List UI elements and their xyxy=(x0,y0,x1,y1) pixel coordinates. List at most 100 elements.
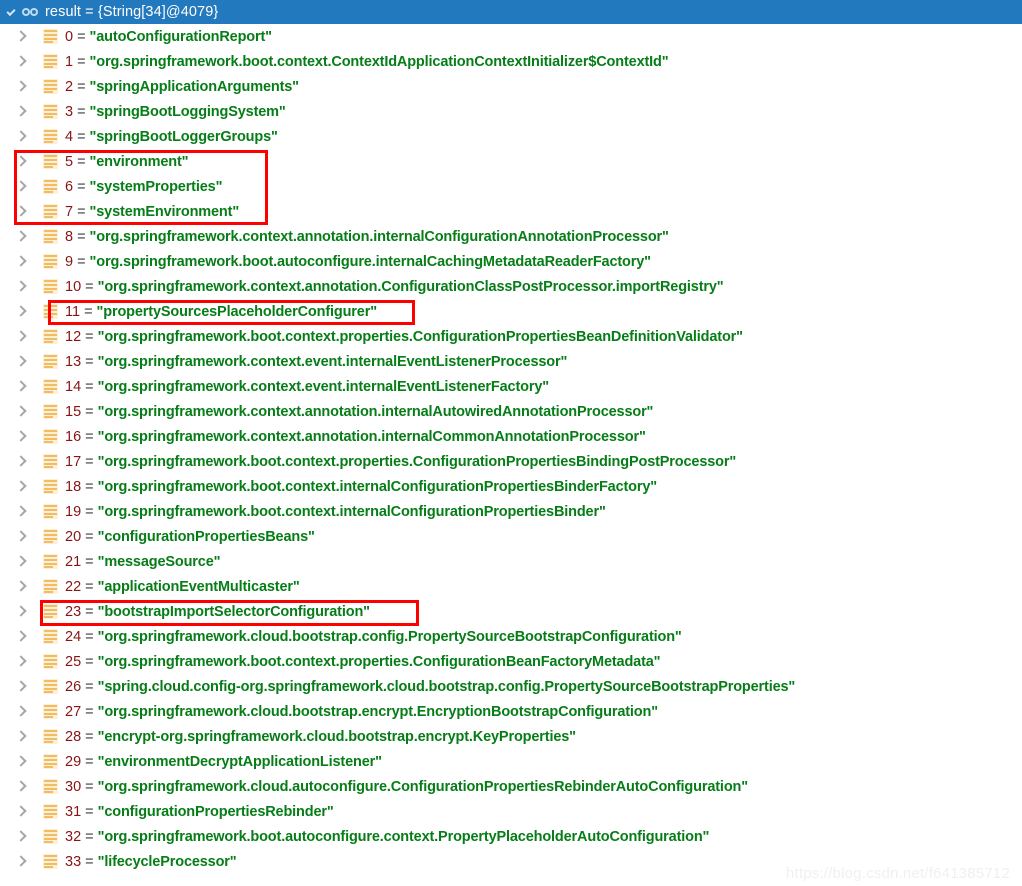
chevron-right-icon[interactable] xyxy=(16,581,28,593)
chevron-right-icon[interactable] xyxy=(16,131,28,143)
string-value-label: "systemEnvironment" xyxy=(89,203,240,220)
tree-row[interactable]: 32 = "org.springframework.boot.autoconfigu… xyxy=(0,824,1022,849)
array-index-label: 30 xyxy=(65,778,82,795)
equals-sign: = xyxy=(77,128,86,145)
string-value-icon xyxy=(43,29,58,44)
chevron-right-icon[interactable] xyxy=(16,606,28,618)
debugger-root-node[interactable]: result = {String[34]@4079} xyxy=(0,0,1022,24)
chevron-right-icon[interactable] xyxy=(16,31,28,43)
chevron-right-icon[interactable] xyxy=(16,556,28,568)
tree-row[interactable]: 12 = "org.springframework.boot.context.pro… xyxy=(0,324,1022,349)
tree-row[interactable]: 6 = "systemProperties" xyxy=(0,174,1022,199)
chevron-right-icon[interactable] xyxy=(16,206,28,218)
tree-row[interactable]: 11 = "propertySourcesPlaceholderConfigurer… xyxy=(0,299,1022,324)
string-value-icon xyxy=(43,429,58,444)
tree-row[interactable]: 26 = "spring.cloud.config-org.springframew… xyxy=(0,674,1022,699)
string-value-icon xyxy=(43,704,58,719)
array-index-label: 13 xyxy=(65,353,82,370)
equals-sign: = xyxy=(84,303,93,320)
tree-row[interactable]: 4 = "springBootLoggerGroups" xyxy=(0,124,1022,149)
chevron-right-icon[interactable] xyxy=(16,781,28,793)
chevron-right-icon[interactable] xyxy=(16,331,28,343)
tree-row[interactable]: 19 = "org.springframework.boot.context.int… xyxy=(0,499,1022,524)
tree-row[interactable]: 20 = "configurationPropertiesBeans" xyxy=(0,524,1022,549)
chevron-right-icon[interactable] xyxy=(16,481,28,493)
chevron-right-icon[interactable] xyxy=(16,181,28,193)
chevron-right-icon[interactable] xyxy=(16,856,28,868)
chevron-right-icon[interactable] xyxy=(16,831,28,843)
string-value-label: "lifecycleProcessor" xyxy=(97,853,237,870)
chevron-right-icon[interactable] xyxy=(16,106,28,118)
tree-row[interactable]: 2 = "springApplicationArguments" xyxy=(0,74,1022,99)
chevron-right-icon[interactable] xyxy=(16,231,28,243)
chevron-right-icon[interactable] xyxy=(16,531,28,543)
string-value-icon xyxy=(43,829,58,844)
tree-row[interactable]: 1 = "org.springframework.boot.context.Cont… xyxy=(0,49,1022,74)
string-value-icon xyxy=(43,154,58,169)
tree-row[interactable]: 7 = "systemEnvironment" xyxy=(0,199,1022,224)
array-index-label: 27 xyxy=(65,703,82,720)
tree-row[interactable]: 5 = "environment" xyxy=(0,149,1022,174)
tree-row[interactable]: 30 = "org.springframework.cloud.autoconfig… xyxy=(0,774,1022,799)
string-value-icon xyxy=(43,579,58,594)
chevron-right-icon[interactable] xyxy=(16,256,28,268)
tree-row[interactable]: 24 = "org.springframework.cloud.bootstrap.… xyxy=(0,624,1022,649)
chevron-right-icon[interactable] xyxy=(16,631,28,643)
tree-row[interactable]: 3 = "springBootLoggingSystem" xyxy=(0,99,1022,124)
tree-row[interactable]: 29 = "environmentDecryptApplicationListene… xyxy=(0,749,1022,774)
string-value-icon xyxy=(43,754,58,769)
tree-row[interactable]: 28 = "encrypt-org.springframework.cloud.bo… xyxy=(0,724,1022,749)
chevron-right-icon[interactable] xyxy=(16,431,28,443)
tree-row[interactable]: 9 = "org.springframework.boot.autoconfigur… xyxy=(0,249,1022,274)
chevron-right-icon[interactable] xyxy=(16,56,28,68)
tree-row[interactable]: 10 = "org.springframework.context.annotati… xyxy=(0,274,1022,299)
string-value-label: "org.springframework.boot.context.Contex… xyxy=(89,53,669,70)
string-value-icon xyxy=(43,454,58,469)
variables-tree[interactable]: 0 = "autoConfigurationReport" 1 = "org.spring… xyxy=(0,24,1022,874)
string-value-label: "encrypt-org.springframework.cloud.boots… xyxy=(97,728,576,745)
chevron-right-icon[interactable] xyxy=(16,656,28,668)
array-index-label: 3 xyxy=(65,103,74,120)
chevron-right-icon[interactable] xyxy=(16,81,28,93)
tree-row[interactable]: 21 = "messageSource" xyxy=(0,549,1022,574)
tree-row[interactable]: 22 = "applicationEventMulticaster" xyxy=(0,574,1022,599)
string-value-label: "propertySourcesPlaceholderConfigurer" xyxy=(96,303,378,320)
equals-sign: = xyxy=(85,628,94,645)
chevron-right-icon[interactable] xyxy=(16,756,28,768)
tree-row[interactable]: 8 = "org.springframework.context.annotatio… xyxy=(0,224,1022,249)
chevron-right-icon[interactable] xyxy=(16,731,28,743)
chevron-right-icon[interactable] xyxy=(16,281,28,293)
tree-row[interactable]: 13 = "org.springframework.context.event.in… xyxy=(0,349,1022,374)
chevron-down-icon[interactable] xyxy=(4,5,18,19)
tree-row[interactable]: 23 = "bootstrapImportSelectorConfiguration… xyxy=(0,599,1022,624)
string-value-icon xyxy=(43,304,58,319)
tree-row[interactable]: 27 = "org.springframework.cloud.bootstrap.… xyxy=(0,699,1022,724)
tree-row[interactable]: 14 = "org.springframework.context.event.in… xyxy=(0,374,1022,399)
tree-row[interactable]: 25 = "org.springframework.boot.context.pro… xyxy=(0,649,1022,674)
array-index-label: 21 xyxy=(65,553,82,570)
equals-sign: = xyxy=(85,453,94,470)
array-index-label: 29 xyxy=(65,753,82,770)
chevron-right-icon[interactable] xyxy=(16,381,28,393)
chevron-right-icon[interactable] xyxy=(16,506,28,518)
equals-sign: = xyxy=(77,203,86,220)
array-index-label: 32 xyxy=(65,828,82,845)
tree-row[interactable]: 18 = "org.springframework.boot.context.int… xyxy=(0,474,1022,499)
chevron-right-icon[interactable] xyxy=(16,456,28,468)
chevron-right-icon[interactable] xyxy=(16,681,28,693)
string-value-label: "spring.cloud.config-org.springframework… xyxy=(97,678,796,695)
chevron-right-icon[interactable] xyxy=(16,156,28,168)
tree-row[interactable]: 31 = "configurationPropertiesRebinder" xyxy=(0,799,1022,824)
chevron-right-icon[interactable] xyxy=(16,806,28,818)
tree-row[interactable]: 16 = "org.springframework.context.annotati… xyxy=(0,424,1022,449)
tree-row[interactable]: 0 = "autoConfigurationReport" xyxy=(0,24,1022,49)
chevron-right-icon[interactable] xyxy=(16,306,28,318)
chevron-right-icon[interactable] xyxy=(16,706,28,718)
array-index-label: 19 xyxy=(65,503,82,520)
tree-row[interactable]: 15 = "org.springframework.context.annotati… xyxy=(0,399,1022,424)
chevron-right-icon[interactable] xyxy=(16,406,28,418)
array-index-label: 11 xyxy=(65,303,81,320)
chevron-right-icon[interactable] xyxy=(16,356,28,368)
equals-sign: = xyxy=(85,728,94,745)
tree-row[interactable]: 17 = "org.springframework.boot.context.pro… xyxy=(0,449,1022,474)
